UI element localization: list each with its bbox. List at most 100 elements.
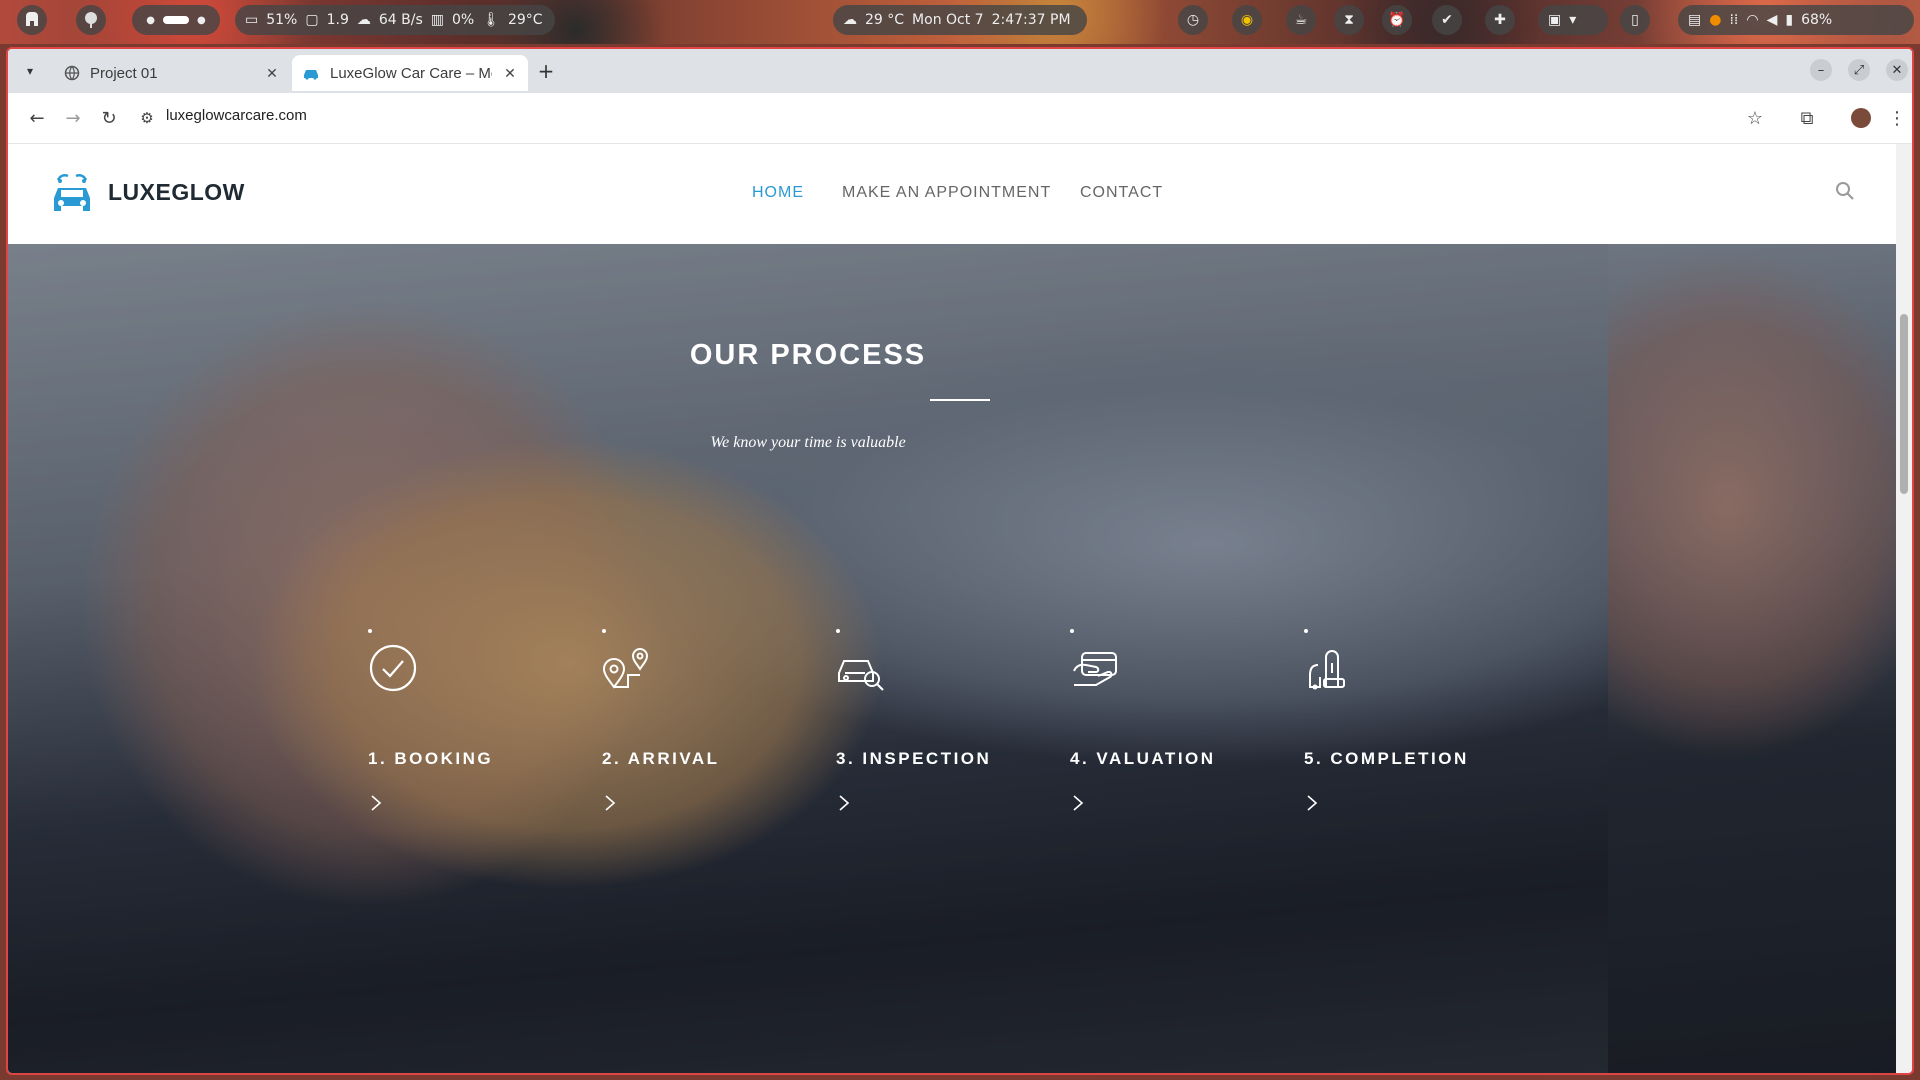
- nav-home[interactable]: HOME: [752, 184, 804, 202]
- search-icon[interactable]: [1834, 180, 1856, 202]
- reload-button[interactable]: ↻: [96, 105, 122, 131]
- time-text: 2:47:37 PM: [991, 12, 1071, 28]
- close-tab-button[interactable]: ✕: [264, 65, 280, 82]
- launcher-button[interactable]: [17, 5, 47, 35]
- eye-button[interactable]: ◉: [1232, 5, 1262, 35]
- thermometer-icon: 🌡: [482, 12, 500, 28]
- cpu-stat: 0%: [451, 12, 475, 28]
- reload-icon: ↻: [101, 107, 117, 129]
- kebab-menu-icon: ⋮: [1888, 107, 1906, 129]
- title-divider: [930, 399, 990, 401]
- step-dot: [1304, 629, 1308, 633]
- puzzle-icon: ✚: [1494, 12, 1506, 28]
- cloud-icon: ☁: [356, 12, 371, 28]
- payment-card-icon: [1073, 652, 1117, 686]
- extensions-button[interactable]: ✚: [1485, 5, 1515, 35]
- battery-stat-icon: ▭: [245, 12, 259, 28]
- new-tab-button[interactable]: +: [534, 59, 558, 83]
- battery-icon: ▮: [1785, 12, 1794, 28]
- checkmark-icon: ✔: [1441, 12, 1453, 28]
- tab-luxeglow[interactable]: LuxeGlow Car Care – Mo ✕: [292, 55, 528, 91]
- browser-window: ▾ Project 01 ✕ LuxeGlow Car Care – Mo ✕ …: [6, 47, 1914, 1075]
- close-tab-button[interactable]: ✕: [502, 65, 518, 82]
- forward-button[interactable]: →: [60, 105, 86, 131]
- system-stats[interactable]: ▭ 51% ▢ 1.9 ☁ 64 B/s ▥ 0% 🌡 29°C: [235, 5, 555, 35]
- avatar[interactable]: [76, 5, 106, 35]
- workspace-switcher[interactable]: ● ●: [132, 5, 220, 35]
- step-dot: [836, 629, 840, 633]
- step-label: 4. VALUATION: [1070, 749, 1216, 768]
- address-bar[interactable]: luxeglowcarcare.com: [166, 107, 307, 124]
- minimize-icon: –: [1817, 62, 1825, 78]
- launcher-icon: [26, 12, 38, 26]
- chevron-right-icon[interactable]: [604, 794, 616, 812]
- scrollbar-thumb[interactable]: [1900, 314, 1908, 494]
- eye-icon: ◉: [1240, 12, 1254, 28]
- check-circle-icon: [369, 644, 417, 692]
- tree-icon: [85, 12, 97, 28]
- step-dot: [602, 629, 606, 633]
- screenshot-button[interactable]: ▣ ▾: [1538, 5, 1608, 35]
- profile-button[interactable]: [1848, 105, 1874, 131]
- system-tray[interactable]: ▤ ● ⁞⁞ ◠ ◀ ▮ 68%: [1678, 5, 1914, 35]
- step-label: 1. BOOKING: [368, 749, 494, 768]
- restore-button[interactable]: ⤢: [1848, 59, 1870, 81]
- step-label: 3. INSPECTION: [836, 749, 992, 768]
- star-icon: ☆: [1746, 107, 1764, 129]
- puzzle-icon: ⧉: [1800, 107, 1814, 129]
- car-search-icon: [838, 660, 884, 691]
- coffee-button[interactable]: ☕: [1286, 5, 1316, 35]
- workspace-dot-icon: ●: [146, 14, 155, 26]
- apps-grid-icon: ⁞⁞: [1729, 12, 1739, 28]
- clipboard-icon: ▯: [1631, 12, 1639, 28]
- back-button[interactable]: ←: [24, 105, 50, 131]
- hourglass-button[interactable]: ⧗: [1334, 5, 1364, 35]
- alarm-icon: ⏰: [1388, 12, 1406, 28]
- nav-contact[interactable]: CONTACT: [1080, 184, 1163, 202]
- location-pin-icon: [602, 648, 649, 689]
- timer-icon: ◷: [1186, 12, 1200, 28]
- close-window-button[interactable]: ✕: [1886, 59, 1908, 81]
- car-wash-logo-icon[interactable]: [50, 172, 94, 212]
- alarm-button[interactable]: ⏰: [1382, 5, 1412, 35]
- os-top-bar: ● ● ▭ 51% ▢ 1.9 ☁ 64 B/s ▥ 0% 🌡 29°C ☁ 29 °C …: [0, 0, 1920, 44]
- site-logo-text[interactable]: LUXEGLOW: [108, 179, 245, 206]
- nav-make-appointment[interactable]: MAKE AN APPOINTMENT: [842, 184, 1051, 202]
- clock-widget[interactable]: ☁ 29 °C Mon Oct 7 2:47:37 PM: [833, 5, 1087, 35]
- step-dot: [1070, 629, 1074, 633]
- chevron-right-icon[interactable]: [1072, 794, 1084, 812]
- date-text: Mon Oct 7: [912, 12, 984, 28]
- web-page: LUXEGLOW HOME MAKE AN APPOINTMENT CONTAC…: [8, 144, 1896, 1073]
- avatar: [1851, 108, 1871, 128]
- coffee-icon: ☕: [1294, 12, 1308, 28]
- timer-button[interactable]: ◷: [1178, 5, 1208, 35]
- browser-menu-button[interactable]: ⋮: [1884, 105, 1910, 131]
- section-subtitle: We know your time is valuable: [710, 434, 906, 451]
- active-workspace-indicator: [163, 16, 189, 24]
- clipboard-button[interactable]: ▯: [1620, 5, 1650, 35]
- notification-icon: ●: [1709, 12, 1722, 28]
- tab-search-button[interactable]: ▾: [20, 61, 40, 81]
- arrow-left-icon: ←: [29, 107, 45, 129]
- section-title: OUR PROCESS: [689, 339, 927, 371]
- restore-icon: ⤢: [1853, 62, 1865, 78]
- volume-icon: ◀: [1766, 12, 1778, 28]
- chevron-right-icon[interactable]: [1306, 794, 1318, 812]
- hero-image-overflow: [1608, 244, 1896, 1073]
- site-info-button[interactable]: ⚙: [134, 105, 160, 131]
- tab-project-01[interactable]: Project 01 ✕: [54, 55, 290, 91]
- page-scrollbar[interactable]: [1896, 144, 1912, 1073]
- browser-toolbar: ← → ↻ ⚙ luxeglowcarcare.com ☆ ⧉ ⋮: [8, 93, 1912, 144]
- tasks-button[interactable]: ✔: [1432, 5, 1462, 35]
- extensions-button[interactable]: ⧉: [1794, 105, 1820, 131]
- network-stat: 64 B/s: [378, 12, 423, 28]
- chevron-down-icon: ▾: [26, 64, 34, 78]
- weather-icon: ☁: [843, 12, 857, 28]
- minimize-button[interactable]: –: [1810, 59, 1832, 81]
- step-label: 2. ARRIVAL: [602, 749, 720, 768]
- workspace-dot-icon: ●: [197, 14, 206, 26]
- chevron-right-icon[interactable]: [838, 794, 850, 812]
- tab-title: Project 01: [90, 64, 158, 82]
- chevron-right-icon[interactable]: [370, 794, 382, 812]
- bookmark-button[interactable]: ☆: [1742, 105, 1768, 131]
